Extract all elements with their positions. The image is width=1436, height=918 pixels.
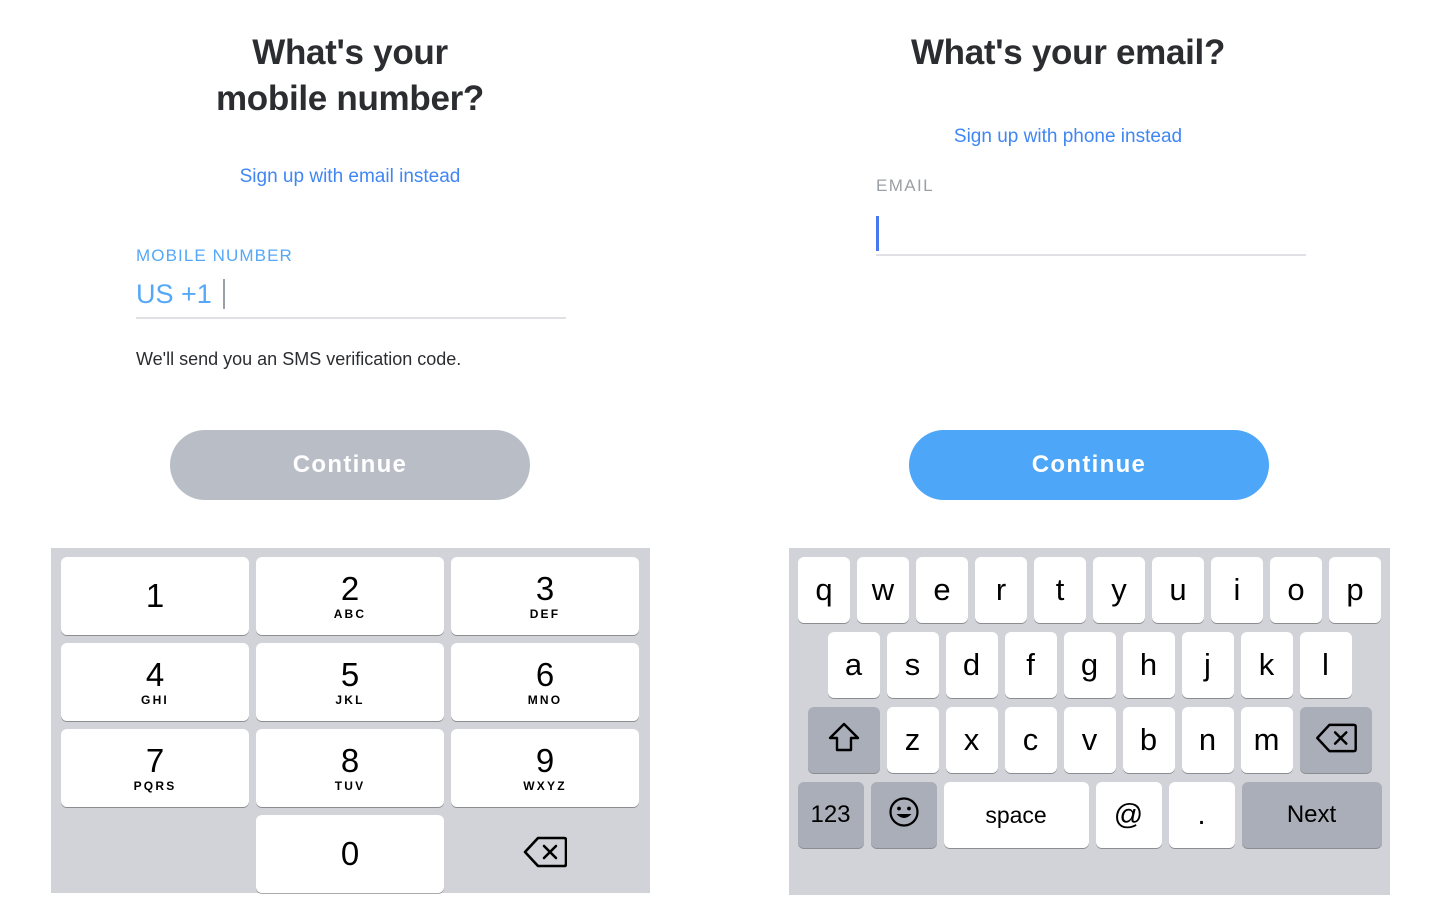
key-d[interactable]: d	[945, 632, 998, 698]
key-s[interactable]: s	[886, 632, 939, 698]
key-9-digit: 9	[535, 741, 555, 779]
key-2-letters: ABC	[333, 606, 367, 621]
key-6[interactable]: 6 MNO	[451, 643, 639, 721]
key-t[interactable]: t	[1034, 557, 1086, 623]
mobile-number-label: MOBILE NUMBER	[136, 246, 293, 265]
mobile-number-input[interactable]: US +1	[136, 279, 566, 319]
key-4-letters: GHI	[141, 692, 169, 707]
key-at[interactable]: @	[1095, 782, 1162, 848]
key-i[interactable]: i	[1211, 557, 1263, 623]
key-q[interactable]: q	[798, 557, 850, 623]
key-8-letters: TUV	[334, 778, 366, 793]
keyboard-row-1: q w e r t y u i o p	[794, 557, 1385, 623]
phone-signup-screen: What's your mobile number? Sign up with …	[0, 0, 700, 918]
email-label: EMAIL	[876, 176, 935, 195]
key-b[interactable]: b	[1122, 707, 1175, 773]
switch-to-email-link[interactable]: Sign up with email instead	[0, 166, 700, 188]
shift-arrow-icon	[827, 721, 861, 760]
key-next[interactable]: Next	[1241, 782, 1382, 848]
key-shift[interactable]	[807, 707, 880, 773]
key-5-digit: 5	[340, 655, 360, 693]
key-space[interactable]: space	[943, 782, 1089, 848]
key-9[interactable]: 9 WXYZ	[451, 729, 639, 807]
keyboard-row-2: a s d f g h j k l	[794, 632, 1385, 698]
key-g[interactable]: g	[1063, 632, 1116, 698]
page-title-phone-line1: What's your	[252, 33, 448, 72]
continue-button-phone[interactable]: Continue	[170, 430, 530, 500]
sms-helper-text: We'll send you an SMS verification code.	[136, 349, 462, 369]
key-y[interactable]: y	[1093, 557, 1145, 623]
qwerty-keyboard: q w e r t y u i o p a s d f g h j k l z …	[789, 548, 1390, 895]
key-w[interactable]: w	[857, 557, 909, 623]
key-3-letters: DEF	[529, 606, 561, 621]
key-a[interactable]: a	[827, 632, 880, 698]
key-6-letters: MNO	[527, 692, 563, 707]
key-7-letters: PQRS	[133, 778, 177, 793]
key-5[interactable]: 5 JKL	[256, 643, 444, 721]
key-l[interactable]: l	[1299, 632, 1352, 698]
key-3-digit: 3	[535, 569, 555, 607]
key-h[interactable]: h	[1122, 632, 1175, 698]
numeric-keypad-grid: 1 2 ABC 3 DEF 4 GHI 5 JKL 6 MNO 7 PQRS 8…	[51, 548, 650, 902]
backspace-icon	[523, 836, 568, 873]
key-2[interactable]: 2 ABC	[256, 557, 444, 635]
key-4-digit: 4	[145, 655, 165, 693]
key-n[interactable]: n	[1181, 707, 1234, 773]
email-form: EMAIL	[876, 176, 1306, 256]
key-8-digit: 8	[340, 741, 360, 779]
signup-screens-comparison: What's your mobile number? Sign up with …	[0, 0, 1436, 918]
key-8[interactable]: 8 TUV	[256, 729, 444, 807]
page-title-phone: What's your mobile number?	[0, 30, 700, 122]
text-caret	[222, 279, 225, 309]
key-6-digit: 6	[535, 655, 555, 693]
key-z[interactable]: z	[886, 707, 939, 773]
phone-form: MOBILE NUMBER US +1 We'll send you an SM…	[136, 246, 566, 370]
key-numbers-toggle[interactable]: 123	[797, 782, 864, 848]
key-7[interactable]: 7 PQRS	[61, 729, 249, 807]
continue-button-email[interactable]: Continue	[909, 430, 1269, 500]
key-e[interactable]: e	[916, 557, 968, 623]
smiley-face-icon	[888, 796, 920, 835]
key-c[interactable]: c	[1004, 707, 1057, 773]
numeric-keypad: 1 2 ABC 3 DEF 4 GHI 5 JKL 6 MNO 7 PQRS 8…	[51, 548, 650, 893]
key-1-digit: 1	[145, 577, 165, 614]
key-j[interactable]: j	[1181, 632, 1234, 698]
key-0-digit: 0	[340, 835, 360, 872]
key-3[interactable]: 3 DEF	[451, 557, 639, 635]
key-f[interactable]: f	[1004, 632, 1057, 698]
backspace-icon	[1315, 723, 1357, 758]
keypad-blank-cell	[61, 815, 249, 893]
key-r[interactable]: r	[975, 557, 1027, 623]
key-backspace-numeric[interactable]	[451, 815, 639, 893]
key-k[interactable]: k	[1240, 632, 1293, 698]
key-9-letters: WXYZ	[523, 778, 567, 793]
key-5-letters: JKL	[335, 692, 365, 707]
switch-to-phone-link[interactable]: Sign up with phone instead	[700, 126, 1436, 148]
email-input[interactable]	[876, 213, 1306, 256]
key-period[interactable]: .	[1168, 782, 1235, 848]
key-u[interactable]: u	[1152, 557, 1204, 623]
key-m[interactable]: m	[1240, 707, 1293, 773]
key-4[interactable]: 4 GHI	[61, 643, 249, 721]
key-emoji[interactable]	[870, 782, 937, 848]
key-1[interactable]: 1	[61, 557, 249, 635]
country-code-value[interactable]: US +1	[136, 279, 212, 309]
page-title-email: What's your email?	[910, 33, 1226, 72]
keyboard-row-4: 123 space @ . Next	[794, 782, 1385, 848]
key-v[interactable]: v	[1063, 707, 1116, 773]
key-7-digit: 7	[145, 741, 165, 779]
key-2-digit: 2	[340, 569, 360, 607]
keyboard-row-3: z x c v b n m	[794, 707, 1385, 773]
text-caret-blue	[876, 216, 879, 251]
page-title-phone-line2: mobile number?	[215, 79, 485, 118]
key-0[interactable]: 0	[256, 815, 444, 893]
key-o[interactable]: o	[1270, 557, 1322, 623]
key-backspace[interactable]	[1299, 707, 1372, 773]
key-p[interactable]: p	[1329, 557, 1381, 623]
key-x[interactable]: x	[945, 707, 998, 773]
